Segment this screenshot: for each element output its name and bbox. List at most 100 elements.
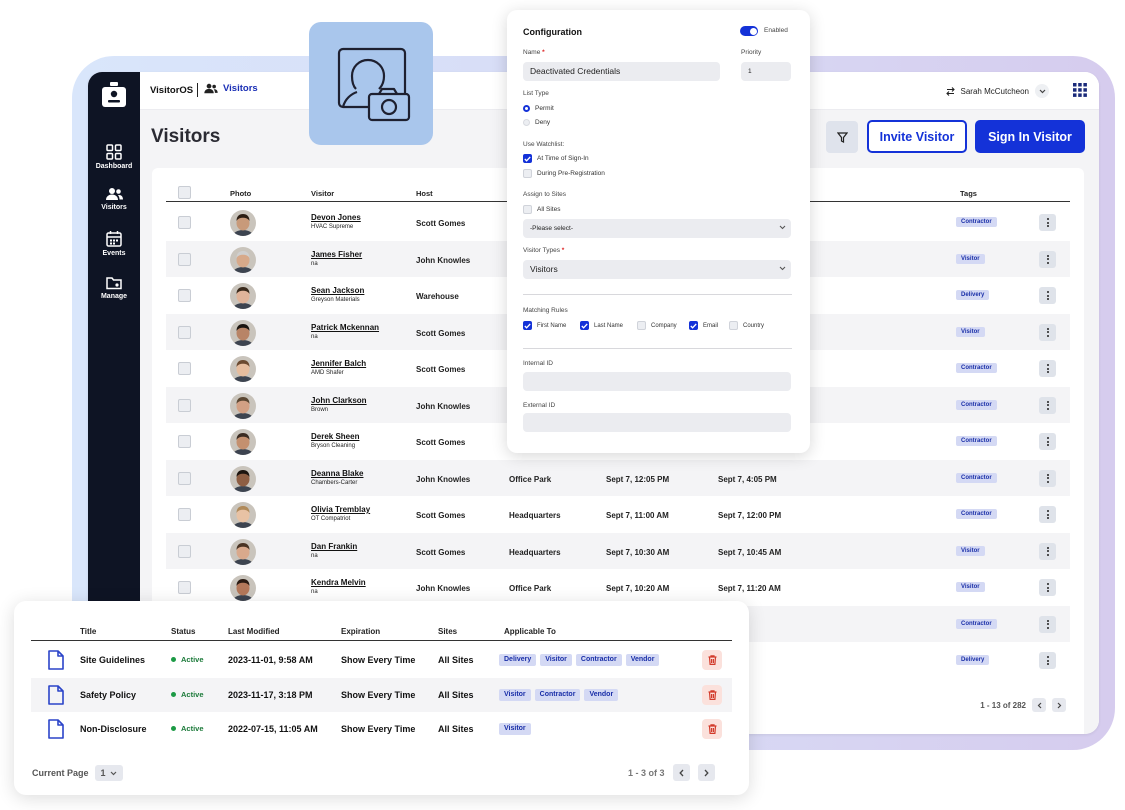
- row-menu-button[interactable]: [1039, 214, 1056, 231]
- watchlist-prereg-checkbox[interactable]: During Pre-Registration: [523, 169, 605, 178]
- deny-radio[interactable]: Deny: [523, 119, 550, 126]
- visitor-name-link[interactable]: Deanna Blake: [311, 469, 363, 478]
- row-checkbox[interactable]: [178, 581, 191, 594]
- priority-field[interactable]: 1: [741, 62, 791, 81]
- sites-select[interactable]: -Please select-: [523, 219, 791, 238]
- chevron-down-icon[interactable]: [1035, 84, 1049, 98]
- row-checkbox[interactable]: [178, 544, 191, 558]
- visitor-name-link[interactable]: Kendra Melvin: [311, 578, 366, 587]
- document-title[interactable]: Site Guidelines: [80, 655, 145, 665]
- row-menu-button[interactable]: [1039, 469, 1056, 487]
- checkbox-unchecked: [637, 321, 646, 330]
- row-checkbox[interactable]: [178, 289, 191, 302]
- user-menu[interactable]: Sarah McCutcheon: [945, 84, 1049, 98]
- permit-radio[interactable]: Permit: [523, 105, 554, 112]
- visitor-tag: Visitor: [956, 326, 985, 337]
- all-sites-checkbox[interactable]: All Sites: [523, 205, 560, 214]
- row-menu-button[interactable]: [1039, 615, 1056, 633]
- visitors-icon: [105, 188, 123, 200]
- prev-page-button[interactable]: [672, 764, 690, 781]
- row-menu-button[interactable]: [1039, 433, 1056, 450]
- row-checkbox[interactable]: [178, 216, 191, 229]
- breadcrumb[interactable]: Visitors: [204, 83, 258, 94]
- kebab-dot: [1046, 364, 1049, 366]
- row-checkbox[interactable]: [178, 471, 191, 485]
- prev-page-button[interactable]: [1032, 698, 1046, 712]
- matching-rule-checkbox[interactable]: Email: [689, 321, 718, 330]
- row-checkbox[interactable]: [178, 252, 191, 266]
- status-badge: Active: [171, 724, 204, 733]
- kebab-dot: [1046, 221, 1049, 224]
- kebab-dot: [1046, 258, 1049, 260]
- row-menu-button[interactable]: [1039, 287, 1056, 304]
- external-id-field[interactable]: [523, 413, 791, 432]
- sign-in-time: Sept 7, 10:20 AM: [606, 584, 670, 593]
- sidebar-item-visitors[interactable]: Visitors: [88, 187, 140, 211]
- kebab-dot: [1046, 294, 1049, 297]
- row-menu-button[interactable]: [1039, 360, 1056, 377]
- matching-rule-checkbox[interactable]: Last Name: [580, 321, 623, 330]
- sign-in-visitor-button[interactable]: Sign In Visitor: [975, 120, 1085, 153]
- row-menu-button[interactable]: [1039, 250, 1056, 268]
- delete-button[interactable]: [702, 719, 722, 739]
- internal-id-field[interactable]: [523, 372, 791, 391]
- visitor-name-link[interactable]: Dan Frankin: [311, 542, 357, 551]
- host-name: Scott Gomes: [416, 219, 466, 228]
- kebab-dot: [1046, 517, 1049, 519]
- row-checkbox[interactable]: [178, 435, 191, 448]
- visitor-name-link[interactable]: John Clarkson: [311, 396, 367, 405]
- photo-capture-icon: [337, 47, 411, 122]
- delete-button[interactable]: [702, 684, 722, 705]
- visitor-name-link[interactable]: Patrick Mckennan: [311, 323, 379, 332]
- matching-rule-checkbox[interactable]: Country: [729, 321, 764, 330]
- kebab-dot: [1046, 626, 1049, 629]
- host-name: John Knowles: [416, 255, 471, 265]
- matching-rule-checkbox[interactable]: Company: [637, 321, 677, 330]
- row-checkbox[interactable]: [178, 508, 191, 521]
- visitor-types-label: Visitor Types *: [523, 247, 564, 254]
- watchlist-signin-checkbox[interactable]: At Time of Sign-In: [523, 154, 589, 163]
- row-checkbox[interactable]: [178, 398, 191, 412]
- row-menu-button[interactable]: [1039, 323, 1056, 341]
- visitor-name-link[interactable]: Olivia Tremblay: [311, 505, 370, 514]
- expiration: Show Every Time: [341, 655, 416, 665]
- visitor-name-link[interactable]: James Fisher: [311, 250, 362, 259]
- applicable-tags: Visitor: [499, 723, 531, 735]
- next-page-button[interactable]: [1052, 698, 1066, 712]
- document-title[interactable]: Safety Policy: [80, 690, 136, 700]
- next-page-button[interactable]: [697, 764, 715, 781]
- enabled-toggle[interactable]: [740, 26, 758, 36]
- visitor-name-link[interactable]: Jennifer Balch: [311, 359, 366, 368]
- column-header-status: Status: [171, 627, 196, 636]
- host-name: John Knowles: [416, 474, 471, 484]
- kebab-dot: [1046, 331, 1049, 333]
- row-menu-button[interactable]: [1039, 542, 1056, 560]
- apps-grid-icon[interactable]: [1073, 83, 1087, 97]
- visitor-name-link[interactable]: Devon Jones: [311, 213, 361, 222]
- kebab-dot: [1046, 444, 1049, 446]
- row-menu-button[interactable]: [1039, 652, 1056, 669]
- row-menu-button[interactable]: [1039, 506, 1056, 523]
- document-title[interactable]: Non-Disclosure: [80, 724, 147, 734]
- row-menu-button[interactable]: [1039, 579, 1056, 596]
- name-field[interactable]: Deactivated Credentials: [523, 62, 720, 81]
- checkbox-unchecked: [523, 169, 532, 178]
- current-page-select[interactable]: 1: [94, 765, 123, 781]
- applicable-tag: Contractor: [534, 688, 581, 701]
- invite-visitor-button[interactable]: Invite Visitor: [867, 120, 967, 153]
- sidebar-item-manage[interactable]: Manage: [88, 276, 140, 300]
- pagination-label: 1 - 3 of 3: [628, 767, 665, 778]
- host-name: John Knowles: [416, 584, 471, 593]
- matching-rule-checkbox[interactable]: First Name: [523, 321, 566, 330]
- visitor-name-link[interactable]: Sean Jackson: [311, 286, 364, 295]
- select-all-checkbox[interactable]: [178, 186, 191, 199]
- sidebar-item-events[interactable]: Events: [88, 230, 140, 257]
- visitor-name-link[interactable]: Derek Sheen: [311, 432, 359, 441]
- row-checkbox[interactable]: [178, 362, 191, 375]
- row-checkbox[interactable]: [178, 325, 191, 339]
- delete-button[interactable]: [702, 650, 722, 670]
- sidebar-item-dashboard[interactable]: Dashboard: [88, 144, 140, 170]
- filter-button[interactable]: [826, 121, 858, 153]
- visitor-types-select[interactable]: Visitors: [523, 260, 791, 279]
- row-menu-button[interactable]: [1039, 396, 1056, 414]
